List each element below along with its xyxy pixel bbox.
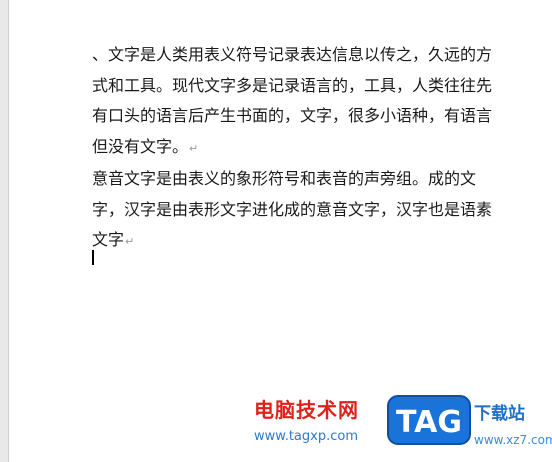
tag-logo-text: TAG [396, 405, 462, 440]
watermark-right-title: 下载站 [474, 404, 525, 424]
paragraph-mark-icon: ↵ [189, 141, 199, 155]
paragraph-1-text: 、文字是人类用表义符号记录表达信息以传之，久远的方式和工具。现代文字多是记录语言… [92, 45, 493, 156]
watermark-url: www.tagxp.com [254, 429, 358, 444]
paragraph-2[interactable]: 意音文字是由表义的象形符号和表音的声旁组。成的文字，汉字是由表形文字进化成的意音… [92, 164, 492, 258]
watermark-right: 下载站 www.xz7.com [474, 404, 552, 448]
watermark-left: 电脑技术网 www.tagxp.com [254, 398, 384, 446]
paragraph-mark-icon: ↵ [125, 235, 135, 248]
watermark-title: 电脑技术网 [254, 398, 359, 422]
tag-logo-icon: TAG [387, 395, 471, 445]
document-body[interactable]: 、文字是人类用表义符号记录表达信息以传之，久远的方式和工具。现代文字多是记录语言… [92, 40, 492, 258]
watermark-right-url: www.xz7.com [474, 433, 552, 447]
paragraph-1[interactable]: 、文字是人类用表义符号记录表达信息以传之，久远的方式和工具。现代文字多是记录语言… [92, 40, 492, 164]
paragraph-2-text: 意音文字是由表义的象形符号和表音的声旁组。成的文字，汉字是由表形文字进化成的意音… [92, 169, 493, 249]
left-margin-bar [0, 0, 9, 462]
text-cursor [92, 250, 94, 265]
